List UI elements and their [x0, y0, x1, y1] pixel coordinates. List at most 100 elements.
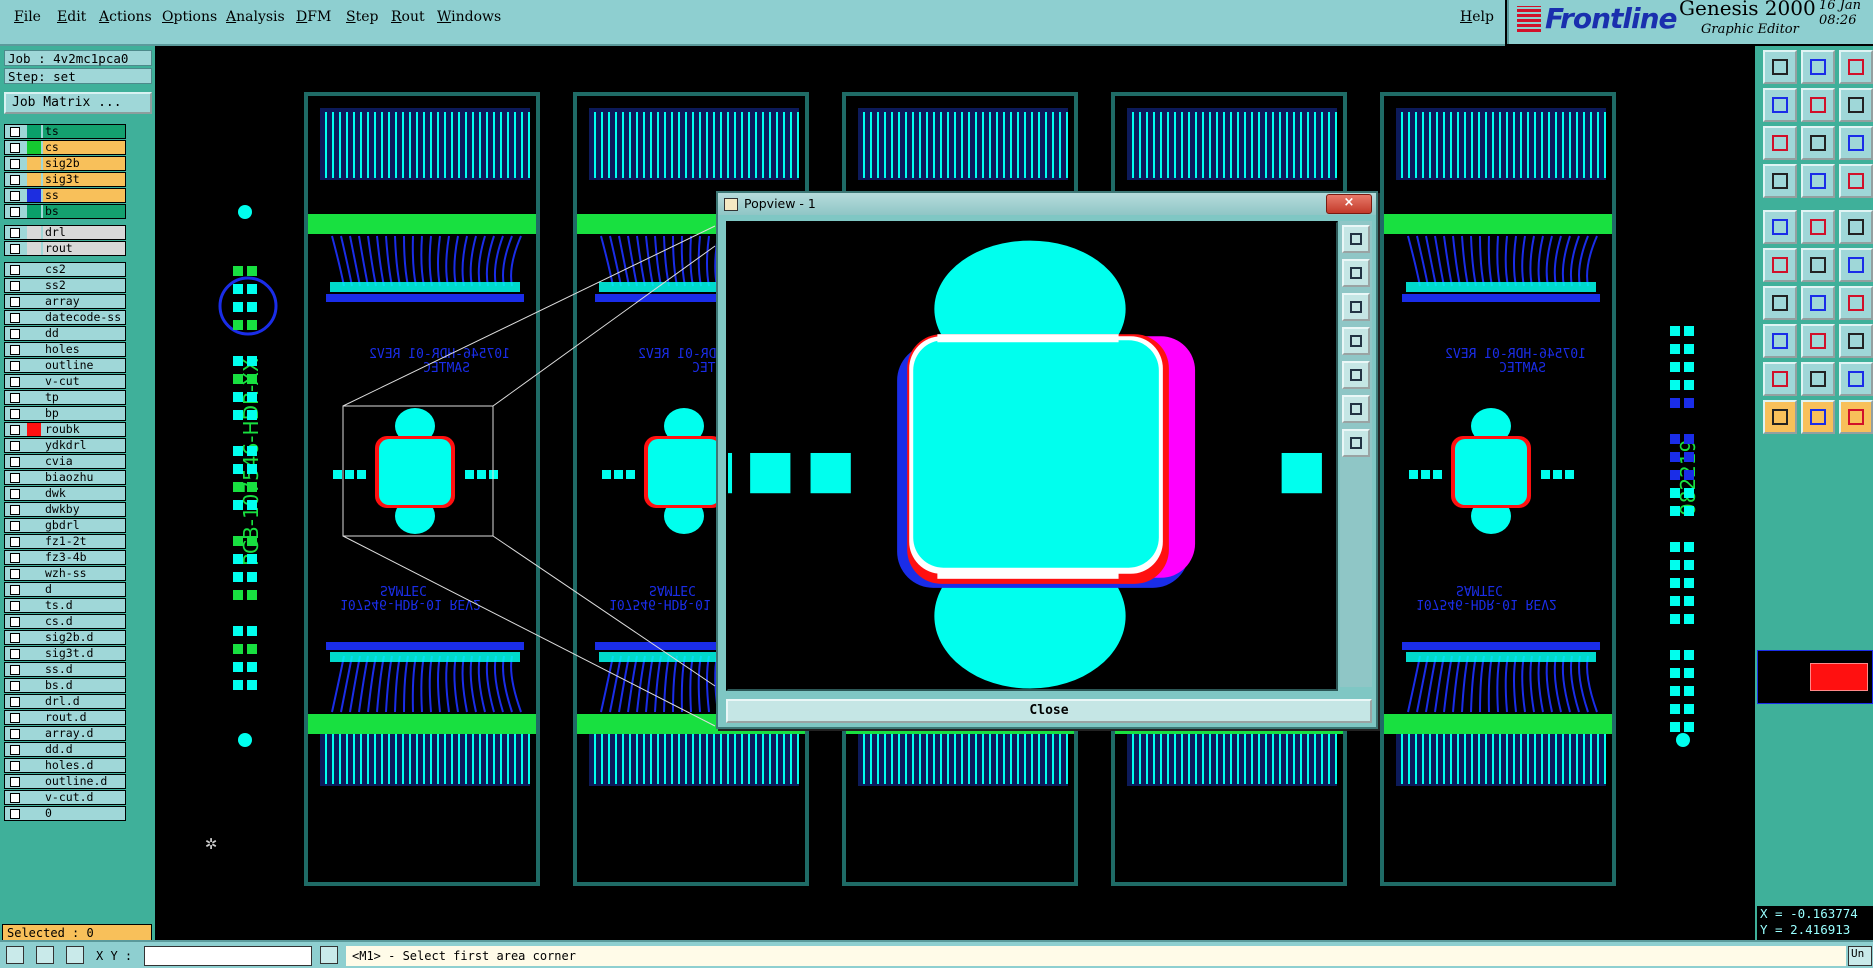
layer-row[interactable]: outline.d	[4, 774, 126, 789]
layer-checkbox[interactable]	[10, 393, 20, 403]
layer-row[interactable]: ss.d	[4, 662, 126, 677]
status-tool-3-icon[interactable]	[66, 946, 84, 964]
navigator-preview[interactable]	[1757, 650, 1873, 704]
layer-checkbox[interactable]	[10, 377, 20, 387]
tool-bottom-icon[interactable]	[1801, 50, 1835, 84]
layer-checkbox[interactable]	[10, 425, 20, 435]
layer-row[interactable]: biaozhu	[4, 470, 126, 485]
layer-row[interactable]: bs	[4, 204, 126, 219]
layer-row[interactable]: holes.d	[4, 758, 126, 773]
layer-row[interactable]: roubk	[4, 422, 126, 437]
layer-checkbox[interactable]	[10, 745, 20, 755]
layer-row[interactable]: d	[4, 582, 126, 597]
tool-next-icon[interactable]	[1801, 88, 1835, 122]
layer-row[interactable]: rout	[4, 241, 126, 256]
layer-row[interactable]: sig2b.d	[4, 630, 126, 645]
tool-line-icon[interactable]	[1763, 286, 1797, 320]
tool-arrow-up-icon[interactable]	[1801, 362, 1835, 396]
tool-minus-icon[interactable]	[1801, 324, 1835, 358]
layer-checkbox[interactable]	[10, 159, 20, 169]
layer-checkbox[interactable]	[10, 793, 20, 803]
popview-close-button[interactable]: Close	[726, 699, 1372, 723]
tool-node-icon[interactable]	[1763, 248, 1797, 282]
layer-row[interactable]: dd.d	[4, 742, 126, 757]
layer-checkbox[interactable]	[10, 175, 20, 185]
tool-home-icon[interactable]	[1839, 50, 1873, 84]
tool-triangle-icon[interactable]	[1763, 362, 1797, 396]
tool-pointer-icon[interactable]	[1763, 400, 1797, 434]
tool-zoom-icon[interactable]	[1801, 126, 1835, 160]
job-matrix-button[interactable]: Job Matrix ...	[4, 92, 152, 114]
menu-help[interactable]: Help	[1460, 9, 1494, 25]
tool-pointer-alt-icon[interactable]	[1839, 400, 1873, 434]
tool-top-icon[interactable]	[1763, 50, 1797, 84]
tool-redo-icon[interactable]	[1839, 88, 1873, 122]
tool-traffic-icon[interactable]	[1839, 164, 1873, 198]
tool-measure-icon[interactable]	[1801, 210, 1835, 244]
tool-warning-icon[interactable]	[1839, 362, 1873, 396]
layer-checkbox[interactable]	[10, 473, 20, 483]
layer-row[interactable]: bs.d	[4, 678, 126, 693]
tool-cross-icon[interactable]	[1801, 248, 1835, 282]
popview-tool-down-icon[interactable]	[1342, 293, 1370, 321]
layer-checkbox[interactable]	[10, 553, 20, 563]
layer-row[interactable]: sig2b	[4, 156, 126, 171]
layer-row[interactable]: rout.d	[4, 710, 126, 725]
menu-windows[interactable]: Windows	[437, 9, 501, 25]
layer-checkbox[interactable]	[10, 681, 20, 691]
popview-tool-right-icon[interactable]	[1342, 361, 1370, 389]
layer-checkbox[interactable]	[10, 228, 20, 238]
layer-checkbox[interactable]	[10, 329, 20, 339]
layer-row[interactable]: 0	[4, 806, 126, 821]
layer-row[interactable]: sig3t.d	[4, 646, 126, 661]
layer-checkbox[interactable]	[10, 569, 20, 579]
layer-row[interactable]: ss	[4, 188, 126, 203]
menu-edit[interactable]: Edit	[57, 9, 86, 25]
layer-checkbox[interactable]	[10, 361, 20, 371]
layer-checkbox[interactable]	[10, 127, 20, 137]
tool-settings-icon[interactable]	[1763, 164, 1797, 198]
xy-input[interactable]	[144, 946, 312, 966]
layer-row[interactable]: dwkby	[4, 502, 126, 517]
layer-checkbox[interactable]	[10, 521, 20, 531]
menu-file[interactable]: File	[14, 9, 41, 25]
layer-row[interactable]: wzh-ss	[4, 566, 126, 581]
layer-checkbox[interactable]	[10, 537, 20, 547]
layer-row[interactable]: ts	[4, 124, 126, 139]
layer-row[interactable]: drl	[4, 225, 126, 240]
layer-row[interactable]: array.d	[4, 726, 126, 741]
popview-tool-zoom-in-icon[interactable]	[1342, 429, 1370, 457]
layer-checkbox[interactable]	[10, 191, 20, 201]
layer-checkbox[interactable]	[10, 601, 20, 611]
layer-checkbox[interactable]	[10, 265, 20, 275]
layer-checkbox[interactable]	[10, 633, 20, 643]
tool-dimension-icon[interactable]	[1839, 324, 1873, 358]
layer-row[interactable]: v-cut	[4, 374, 126, 389]
layer-row[interactable]: outline	[4, 358, 126, 373]
layer-row[interactable]: ss2	[4, 278, 126, 293]
layer-checkbox[interactable]	[10, 441, 20, 451]
popview-tool-fit-icon[interactable]	[1342, 225, 1370, 253]
layer-checkbox[interactable]	[10, 617, 20, 627]
menu-options[interactable]: Options	[162, 9, 217, 25]
menu-dfm[interactable]: DFM	[296, 9, 331, 25]
layer-checkbox[interactable]	[10, 665, 20, 675]
layer-checkbox[interactable]	[10, 457, 20, 467]
layer-row[interactable]: cs.d	[4, 614, 126, 629]
layer-row[interactable]: holes	[4, 342, 126, 357]
tool-grid-icon[interactable]	[1801, 164, 1835, 198]
tool-ruler-icon[interactable]	[1839, 210, 1873, 244]
popview-titlebar[interactable]: Popview - 1 ×	[718, 193, 1376, 215]
popview-tool-up-icon[interactable]	[1342, 259, 1370, 287]
layer-row[interactable]: array	[4, 294, 126, 309]
layer-checkbox[interactable]	[10, 729, 20, 739]
layer-row[interactable]: bp	[4, 406, 126, 421]
window-close-button[interactable]: ×	[1326, 194, 1372, 214]
tool-prev-icon[interactable]	[1763, 88, 1797, 122]
layer-row[interactable]: fz1-2t	[4, 534, 126, 549]
layer-checkbox[interactable]	[10, 809, 20, 819]
layer-checkbox[interactable]	[10, 207, 20, 217]
tool-scale-icon[interactable]	[1839, 126, 1873, 160]
layer-checkbox[interactable]	[10, 713, 20, 723]
status-tool-1-icon[interactable]	[6, 946, 24, 964]
